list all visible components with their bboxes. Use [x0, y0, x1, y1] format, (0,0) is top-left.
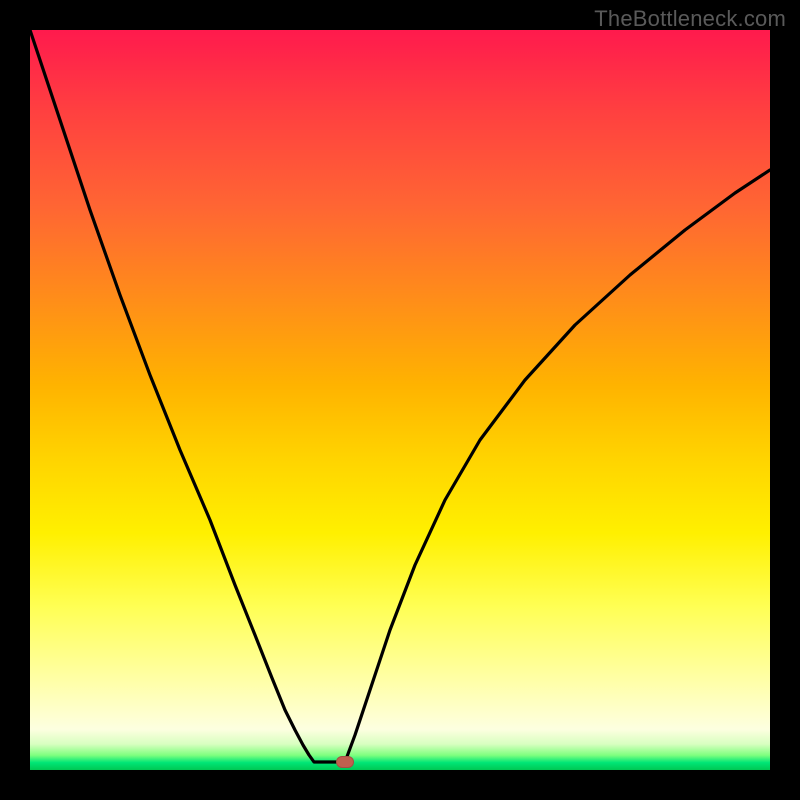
minimum-marker: [336, 756, 354, 768]
plot-area: [30, 30, 770, 770]
attribution-text: TheBottleneck.com: [594, 6, 786, 32]
chart-frame: TheBottleneck.com: [0, 0, 800, 800]
curve-svg: [30, 30, 770, 770]
bottleneck-curve: [30, 30, 770, 762]
